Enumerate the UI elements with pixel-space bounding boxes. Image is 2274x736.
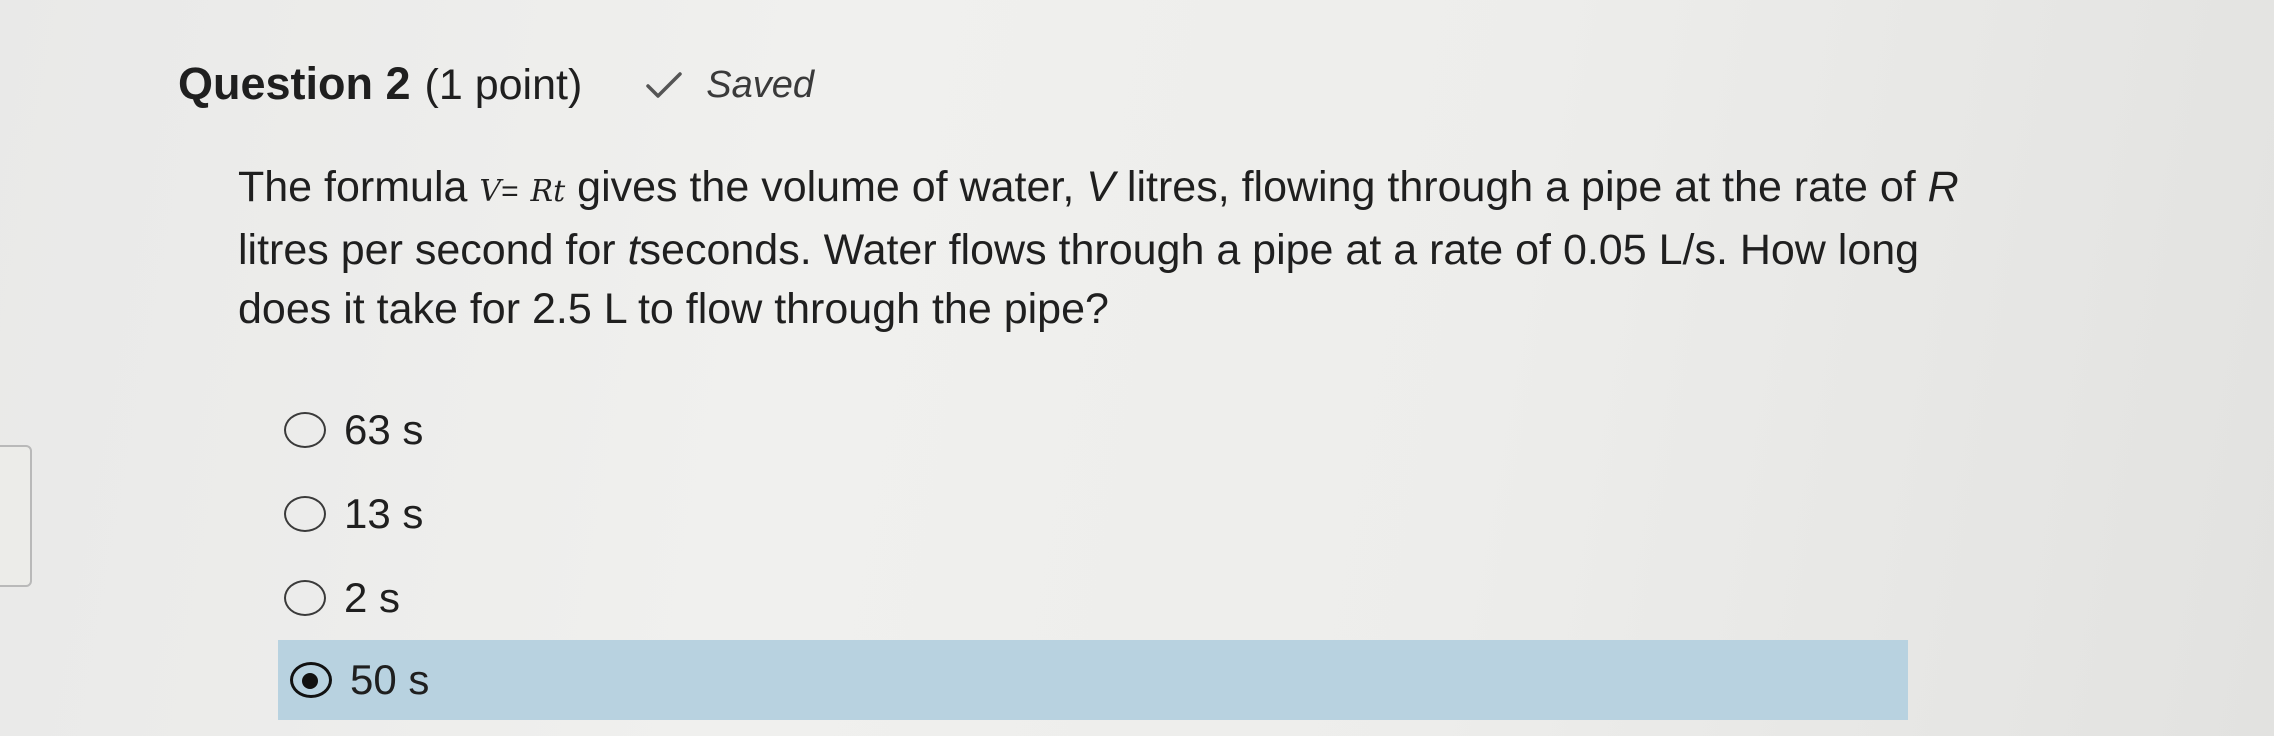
question-header: Question 2 (1 point) Saved xyxy=(178,58,2078,128)
radio-button[interactable] xyxy=(284,412,326,448)
variable-v: V xyxy=(1086,163,1115,211)
variable-t: t xyxy=(627,226,640,274)
question-points: (1 point) xyxy=(424,61,583,109)
question-text-part3: litres per second for xyxy=(238,226,616,274)
radio-button[interactable] xyxy=(284,580,326,616)
answer-option-2s[interactable]: 2 s xyxy=(264,556,1908,640)
question-text-intro: The formula xyxy=(238,163,468,211)
answer-option-63s[interactable]: 63 s xyxy=(264,388,1908,472)
formula-equals: = xyxy=(501,175,519,208)
saved-status: Saved xyxy=(644,64,814,107)
question-text-part2: litres, flowing through a pipe at the ra… xyxy=(1126,163,1916,211)
side-panel-edge xyxy=(0,445,32,587)
radio-button[interactable] xyxy=(284,496,326,532)
check-icon xyxy=(644,69,684,101)
answer-options: 63 s 13 s 2 s 50 s xyxy=(264,388,1908,720)
formula-v: V xyxy=(479,174,502,209)
radio-button-selected[interactable] xyxy=(290,662,332,698)
formula-rt: Rt xyxy=(530,174,566,209)
question-text: The formula V= Rt gives the volume of wa… xyxy=(238,158,2018,339)
radio-dot xyxy=(302,673,318,689)
answer-option-13s[interactable]: 13 s xyxy=(264,472,1908,556)
question-text-part1: gives the volume of water, xyxy=(577,163,1075,211)
option-label: 63 s xyxy=(344,406,424,453)
question-block: Question 2 (1 point) Saved The formula V… xyxy=(178,58,2078,720)
option-label: 50 s xyxy=(350,656,430,703)
answer-option-50s[interactable]: 50 s xyxy=(278,640,1908,720)
variable-r: R xyxy=(1927,163,1959,211)
option-label: 2 s xyxy=(344,574,401,621)
question-title: Question 2 xyxy=(178,58,411,109)
saved-label: Saved xyxy=(706,63,815,106)
option-label: 13 s xyxy=(344,490,424,537)
